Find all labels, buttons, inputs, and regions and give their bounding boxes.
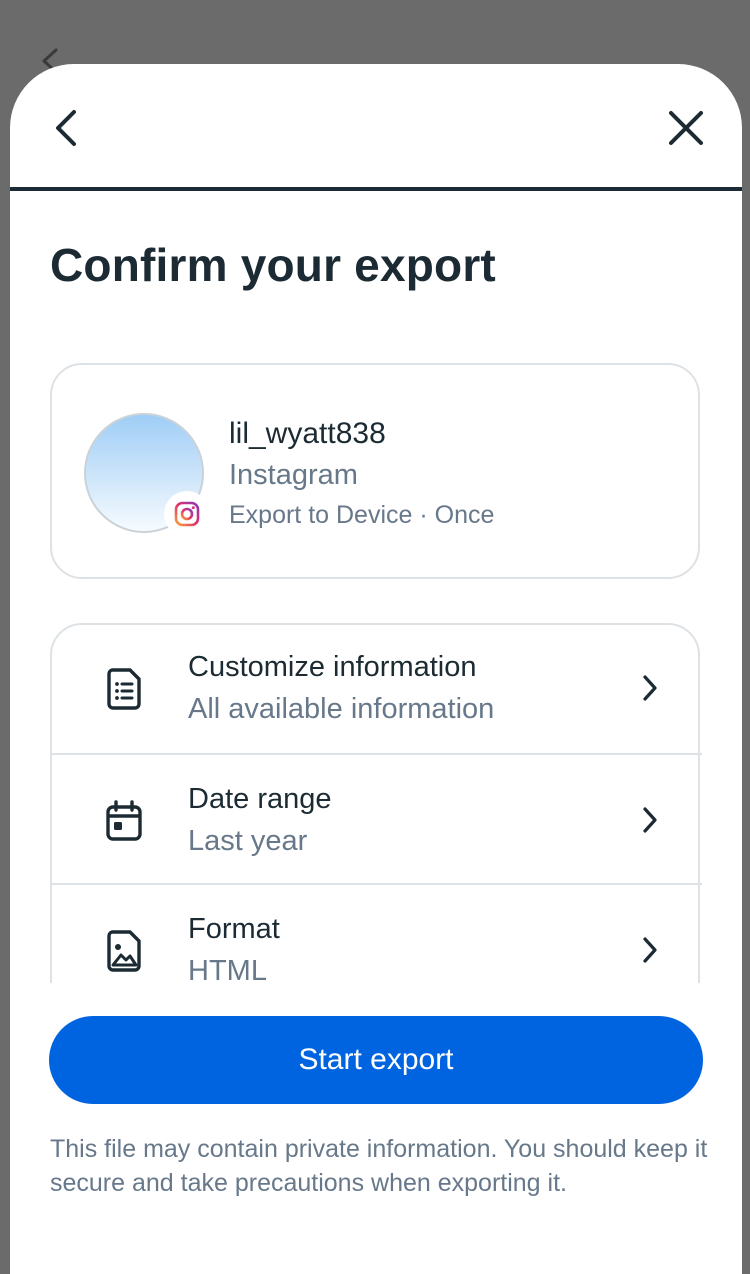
option-value: Last year [188,825,308,857]
start-export-button[interactable]: Start export [49,1016,703,1104]
header-divider [10,187,742,191]
option-customize-information[interactable]: Customize information All available info… [50,623,702,753]
sheet-header [10,64,742,191]
account-username: lil_wyatt838 [229,417,386,450]
page-title: Confirm your export [50,239,496,291]
export-options-list: Customize information All available info… [50,623,702,983]
back-button[interactable] [38,100,94,156]
chevron-left-icon [56,110,76,146]
export-sheet: Confirm your export lil_wyatt838 Instagr… [10,64,742,1274]
export-destination: Export to Device · Once [229,501,495,529]
option-title: Date range [188,783,332,815]
instagram-badge [164,491,210,537]
instagram-icon [174,501,200,527]
option-value: HTML [188,955,267,983]
account-card: lil_wyatt838 Instagram Export to Device … [50,363,700,579]
close-icon [669,111,703,145]
privacy-disclaimer: This file may contain private informatio… [50,1135,708,1197]
close-button[interactable] [658,100,714,156]
option-format[interactable]: Format HTML [50,883,702,983]
option-title: Format [188,913,280,945]
chevron-right-icon [643,937,657,963]
option-date-range[interactable]: Date range Last year [50,753,702,885]
image-file-icon [107,930,141,972]
option-value: All available information [188,693,495,725]
document-list-icon [107,668,141,710]
option-title: Customize information [188,651,477,683]
chevron-right-icon [643,675,657,701]
calendar-icon [106,800,142,841]
account-app: Instagram [229,459,358,491]
chevron-right-icon [643,807,657,833]
